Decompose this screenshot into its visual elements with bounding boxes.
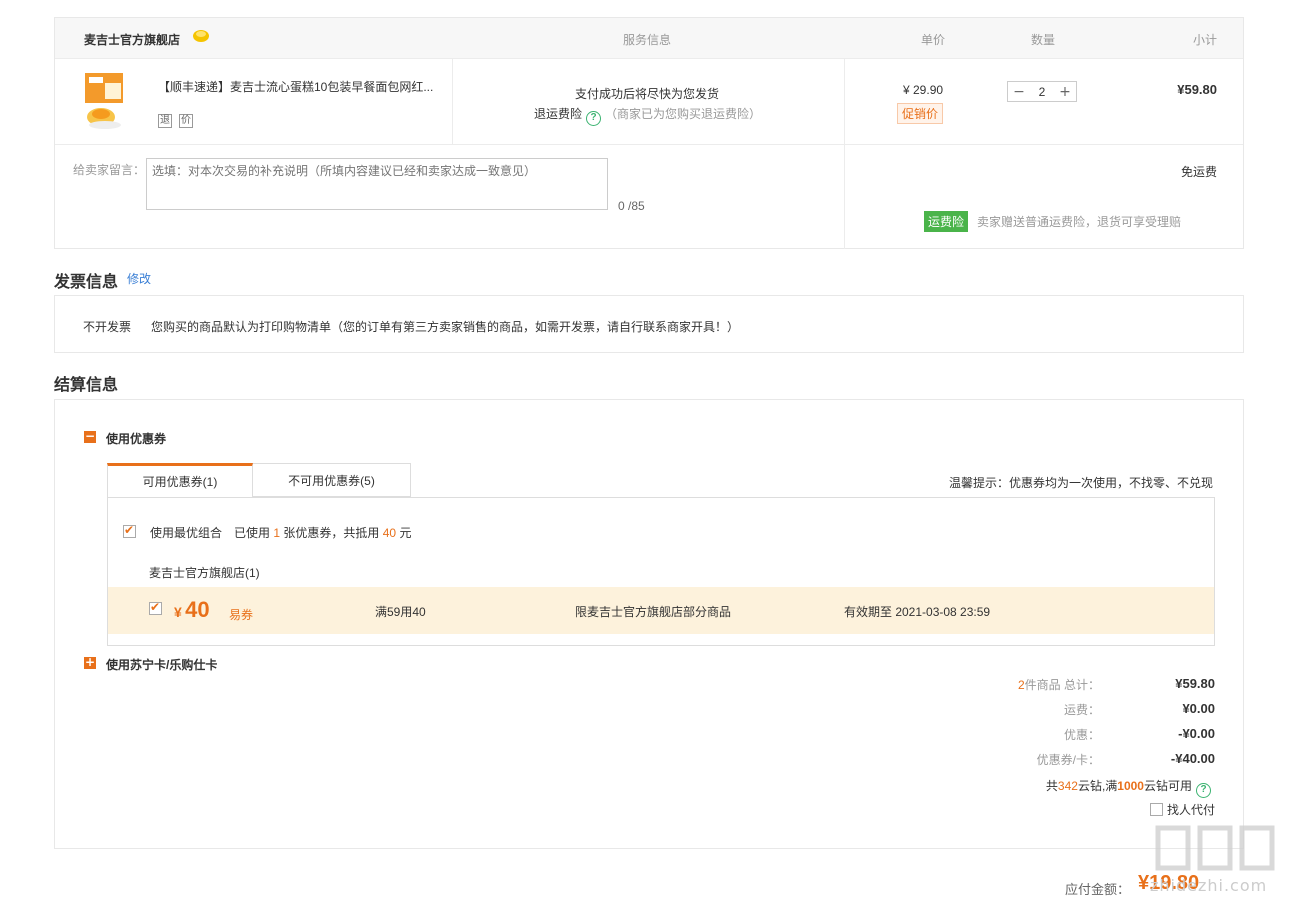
freight-label: 运费：: [1063, 703, 1100, 717]
invoice-box: 不开发票 您购买的商品默认为打印购物清单（您的订单有第三方卖家销售的商品，如需开…: [54, 295, 1244, 353]
service-insurance: 退运费险? （商家已为您购买退运费险）: [534, 105, 761, 126]
yunzuan-count: 342: [1057, 779, 1078, 793]
product-title[interactable]: 【顺丰速递】麦吉士流心蛋糕10包装早餐面包网红...: [158, 78, 438, 95]
best-info-mid: 张优惠券，共抵用: [283, 526, 380, 540]
summary-total-label: 2件商品 总计：: [1018, 676, 1100, 693]
yunzuan-prefix: 共: [1045, 779, 1058, 793]
item-subtotal: ¥59.80: [1177, 82, 1217, 97]
freight-value: ¥0.00: [1182, 701, 1215, 716]
collapse-icon[interactable]: −: [84, 430, 96, 443]
yunzuan-suffix: 云钻可用: [1143, 779, 1192, 793]
coupon-row[interactable]: ¥ 40 易券 满59用40 限麦吉士官方旗舰店部分商品 有效期至 2021-0…: [108, 587, 1214, 634]
best-info-amount: 40: [382, 526, 397, 540]
insurance-badge: 运费险: [924, 211, 969, 232]
divider: [55, 144, 1243, 145]
settlement-title: 结算信息: [54, 377, 119, 394]
discount-value: -¥0.00: [1178, 726, 1215, 741]
expand-icon[interactable]: +: [84, 656, 96, 669]
best-combo-label: 使用最优组合: [150, 526, 223, 540]
col-subtotal: 小计: [1192, 33, 1217, 47]
coupon-condition: 满59用40: [375, 605, 426, 619]
coupon-store-name: 麦吉士官方旗舰店(1): [149, 566, 260, 580]
coupon-scope: 限麦吉士官方旗舰店部分商品: [575, 605, 732, 619]
shop-name[interactable]: 麦吉士官方旗舰店: [84, 31, 180, 48]
insurance-note: 卖家赠送普通运费险，退货可享受理赔: [977, 215, 1182, 229]
seller-message-input[interactable]: [146, 158, 608, 210]
order-table: 麦吉士官方旗舰店 服务信息 单价 数量 小计 【顺丰速递】麦吉士流心蛋糕10包装…: [54, 17, 1244, 249]
coupon-tips: 温馨提示：优惠券均为一次使用，不找零、不兑现: [948, 476, 1213, 490]
price-protect-icon: 价: [179, 114, 193, 128]
divider: [844, 59, 845, 249]
increase-button[interactable]: +: [1058, 84, 1072, 100]
best-info-prefix: 已使用: [234, 526, 271, 540]
coupon-expire: 有效期至 2021-03-08 23:59: [844, 605, 991, 619]
summary-coupon: 优惠券/卡： -¥40.00: [915, 751, 1215, 769]
yunzuan-help-icon[interactable]: ?: [1196, 783, 1211, 798]
best-combo-checkbox[interactable]: [123, 523, 136, 538]
summary-total: 2件商品 总计： ¥59.80: [915, 676, 1215, 694]
summary-total-value: ¥59.80: [1175, 676, 1215, 691]
coupon-amount: ¥ 40: [174, 597, 210, 623]
coupon-deduct-label: 优惠券/卡：: [1036, 753, 1100, 767]
yunzuan-mid: 云钻,满: [1077, 779, 1118, 793]
card-section-title[interactable]: 使用苏宁卡/乐购仕卡: [106, 656, 217, 673]
divider: [452, 59, 453, 144]
return-icon: 退: [158, 114, 172, 128]
coupon-panel: 使用最优组合 已使用 1 张优惠券，共抵用 40 元 麦吉士官方旗舰店(1) ¥…: [107, 497, 1215, 646]
proxy-pay-label: 找人代付: [1166, 803, 1215, 817]
return-insurance-label: 退运费险: [534, 107, 583, 121]
coupon-checkbox[interactable]: [149, 600, 162, 615]
quantity-value[interactable]: 2: [1039, 85, 1046, 99]
service-shipping: 支付成功后将尽快为您发货: [575, 87, 720, 101]
invoice-text: 您购买的商品默认为打印购物清单（您的订单有第三方卖家销售的商品，如需开发票，请自…: [151, 320, 740, 334]
payable-label: 应付金额：: [1065, 882, 1131, 897]
help-icon[interactable]: ?: [586, 111, 602, 126]
shop-badge-icon: [193, 30, 209, 42]
shipping-fee: 免运费: [1180, 165, 1217, 179]
coupon-type: 易券: [229, 608, 254, 622]
unit-price: ¥ 29.90: [903, 83, 944, 97]
watermark-text: zhidezhi.com: [1150, 876, 1268, 895]
proxy-pay-checkbox[interactable]: [1149, 803, 1163, 816]
settlement-box: − 使用优惠券 可用优惠券(1) 不可用优惠券(5) 温馨提示：优惠券均为一次使…: [54, 399, 1244, 849]
invoice-title: 发票信息: [54, 274, 119, 291]
coupon-currency: ¥: [174, 604, 182, 620]
col-quantity: 数量: [1031, 33, 1056, 47]
discount-label: 优惠：: [1063, 728, 1100, 742]
message-label: 给卖家留言：: [73, 163, 146, 177]
summary-discount: 优惠： -¥0.00: [915, 726, 1215, 744]
coupon-value: 40: [185, 597, 210, 622]
quantity-stepper[interactable]: − 2 +: [1007, 81, 1077, 102]
coupon-deduct-value: -¥40.00: [1170, 751, 1215, 766]
yunzuan-threshold: 1000: [1117, 779, 1144, 793]
message-counter: 0 /85: [618, 199, 645, 213]
coupon-section-title[interactable]: 使用优惠券: [106, 430, 166, 447]
best-combo-info: 已使用 1 张优惠券，共抵用 40 元: [234, 524, 411, 541]
yunzuan-info: 共342云钻,满1000云钻可用?: [1046, 777, 1215, 798]
invoice-type: 不开发票: [83, 320, 132, 334]
tab-available-coupons[interactable]: 可用优惠券(1): [107, 463, 253, 497]
item-count: 2: [1017, 678, 1025, 692]
best-info-suffix: 元: [399, 526, 412, 540]
decrease-button[interactable]: −: [1012, 84, 1026, 100]
col-unit-price: 单价: [921, 33, 946, 47]
tab-unavailable-coupons[interactable]: 不可用优惠券(5): [252, 463, 411, 497]
order-header: 麦吉士官方旗舰店 服务信息 单价 数量 小计: [55, 18, 1243, 59]
return-insurance-note: （商家已为您购买退运费险）: [605, 107, 762, 121]
col-service: 服务信息: [623, 33, 672, 47]
invoice-edit-link[interactable]: 修改: [127, 270, 151, 287]
promo-badge: 促销价: [897, 103, 944, 124]
product-image[interactable]: [85, 73, 123, 131]
item-count-label: 件商品 总计：: [1024, 678, 1100, 692]
proxy-pay[interactable]: 找人代付: [1149, 801, 1215, 818]
summary-freight: 运费： ¥0.00: [915, 701, 1215, 719]
best-info-count: 1: [273, 526, 281, 540]
